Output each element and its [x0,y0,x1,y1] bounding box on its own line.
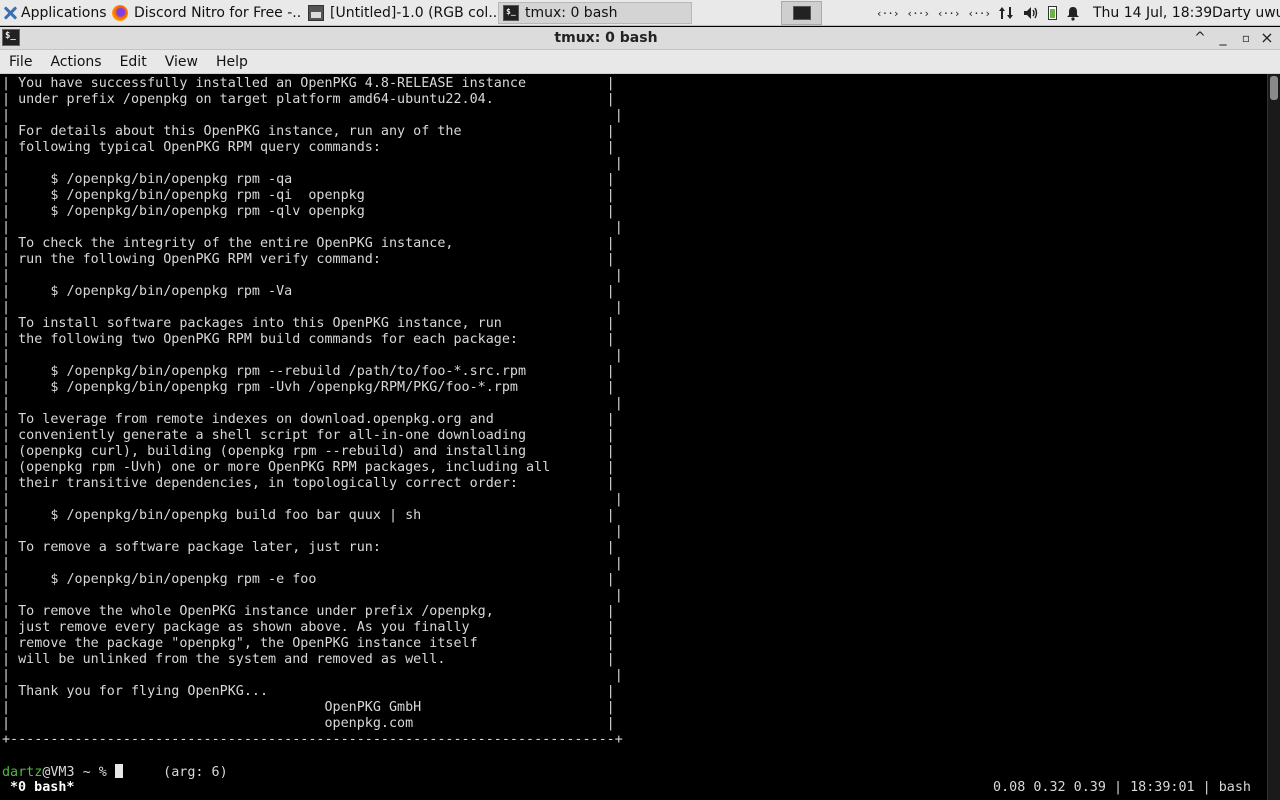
window-titlebar[interactable]: tmux: 0 bash ^ _ ▫ × [0,27,1280,50]
terminal-line: | their transitive dependencies, in topo… [2,476,615,491]
terminal-line: | $ /openpkg/bin/openpkg rpm -qi openpkg… [2,188,615,203]
terminal-line: | | [2,268,623,283]
firefox-icon [112,5,128,21]
menu-help[interactable]: Help [207,50,257,74]
terminal-line: | run the following OpenPKG RPM verify c… [2,252,615,267]
terminal-area[interactable]: | You have successfully installed an Ope… [0,74,1267,800]
workspace-switcher[interactable] [781,1,822,25]
menu-view[interactable]: View [156,50,207,74]
terminal-line: | remove the package "openpkg", the Open… [2,636,615,651]
terminal-line: | under prefix /openpkg on target platfo… [2,92,615,107]
terminal-line: | $ /openpkg/bin/openpkg rpm -qa | [2,172,615,187]
terminal-line: | To leverage from remote indexes on dow… [2,412,615,427]
system-tray: ‹··› ‹··› ‹··› ‹··› [876,0,1081,26]
terminal-line: | $ /openpkg/bin/openpkg rpm -Va | [2,284,615,299]
minimize-button[interactable]: _ [1214,29,1232,47]
terminal-line: | OpenPKG GmbH | [2,700,615,715]
clock[interactable]: Thu 14 Jul, 18:39 [1093,0,1212,26]
terminal-icon [503,5,519,21]
terminal-line: | To remove a software package later, ju… [2,540,615,555]
applications-label: Applications [21,5,107,21]
scrollbar-thumb[interactable] [1270,76,1278,100]
terminal-line: +---------------------------------------… [2,732,623,747]
network-indicator-icon[interactable]: ‹··› [876,7,899,20]
terminal-line: | | [2,396,623,411]
tmux-window-label[interactable]: *0 bash* [10,780,75,796]
terminal-line: | | [2,668,623,683]
taskbar-item-terminal[interactable]: tmux: 0 bash [498,2,692,24]
terminal-line: | just remove every package as shown abo… [2,620,615,635]
terminal-line: | | [2,524,623,539]
network-indicator-icon[interactable]: ‹··› [937,7,960,20]
maximize-button[interactable]: ^ [1191,29,1209,47]
terminal-line: | | [2,300,623,315]
terminal-line: | $ /openpkg/bin/openpkg build foo bar q… [2,508,615,523]
applications-menu-button[interactable]: Applications [0,0,110,26]
terminal-line: | To remove the whole OpenPKG instance u… [2,604,615,619]
terminal-line: | | [2,492,623,507]
terminal-line: | | [2,108,623,123]
network-indicator-icon[interactable]: ‹··› [907,7,930,20]
network-transfer-icon[interactable] [998,5,1014,21]
network-indicator-icon[interactable]: ‹··› [968,7,991,20]
tmux-status-right: 0.08 0.32 0.39 | 18:39:01 | bash [993,780,1251,795]
terminal-line: | | [2,556,623,571]
menu-actions[interactable]: Actions [41,50,110,74]
workspace-window-thumbnail-icon [792,6,811,20]
terminal-line: | $ /openpkg/bin/openpkg rpm -e foo | [2,572,615,587]
menu-edit[interactable]: Edit [111,50,156,74]
text-cursor [114,764,123,778]
terminal-line: | To check the integrity of the entire O… [2,236,615,251]
taskbar-item-label: Discord Nitro for Free -... [134,5,302,21]
terminal-line: | To install software packages into this… [2,316,615,331]
prompt-arg-hint: (arg: 6) [122,765,228,780]
notification-bell-icon[interactable] [1065,5,1081,21]
restore-button[interactable]: ▫ [1237,29,1255,47]
volume-icon[interactable] [1022,5,1040,21]
terminal-line: | $ /openpkg/bin/openpkg rpm -Uvh /openp… [2,380,615,395]
image-editor-icon [308,5,324,21]
terminal-line: | conveniently generate a shell script f… [2,428,615,443]
top-panel: Applications Discord Nitro for Free -...… [0,0,1280,26]
prompt-host: @VM3 ~ % [42,765,115,780]
shell-prompt-line[interactable]: dartz@VM3 ~ % (arg: 6) [2,764,228,781]
terminal-line: | following typical OpenPKG RPM query co… [2,140,615,155]
close-button[interactable]: × [1258,29,1276,47]
terminal-output: | You have successfully installed an Ope… [2,76,623,748]
menu-bar: File Actions Edit View Help [0,50,1280,74]
terminal-line: | | [2,220,623,235]
terminal-line: | | [2,588,623,603]
terminal-line: | openpkg.com | [2,716,615,731]
xfce-logo-icon [2,5,18,21]
terminal-line: | (openpkg rpm -Uvh) one or more OpenPKG… [2,460,615,475]
terminal-line: | the following two OpenPKG RPM build co… [2,332,615,347]
battery-icon[interactable] [1048,6,1057,20]
window-title: tmux: 0 bash [554,30,658,46]
terminal-line: | For details about this OpenPKG instanc… [2,124,615,139]
terminal-line: | $ /openpkg/bin/openpkg rpm --rebuild /… [2,364,615,379]
user-menu[interactable]: Darty uwu [1212,0,1280,26]
taskbar-item-label: tmux: 0 bash [525,5,618,21]
terminal-line: | Thank you for flying OpenPKG... | [2,684,615,699]
terminal-line: | | [2,156,623,171]
prompt-user: dartz [2,765,43,780]
terminal-line: | | [2,348,623,363]
terminal-line: | (openpkg curl), building (openpkg rpm … [2,444,615,459]
menu-file[interactable]: File [0,50,41,74]
taskbar-item-firefox[interactable]: Discord Nitro for Free -... [108,2,302,24]
terminal-line: | will be unlinked from the system and r… [2,652,615,667]
terminal-scrollbar[interactable] [1267,74,1280,800]
taskbar-item-image-editor[interactable]: [Untitled]-1.0 (RGB col... [304,2,498,24]
terminal-line: | $ /openpkg/bin/openpkg rpm -qlv openpk… [2,204,615,219]
taskbar-item-label: [Untitled]-1.0 (RGB col... [330,5,498,21]
terminal-line: | You have successfully installed an Ope… [2,76,615,91]
